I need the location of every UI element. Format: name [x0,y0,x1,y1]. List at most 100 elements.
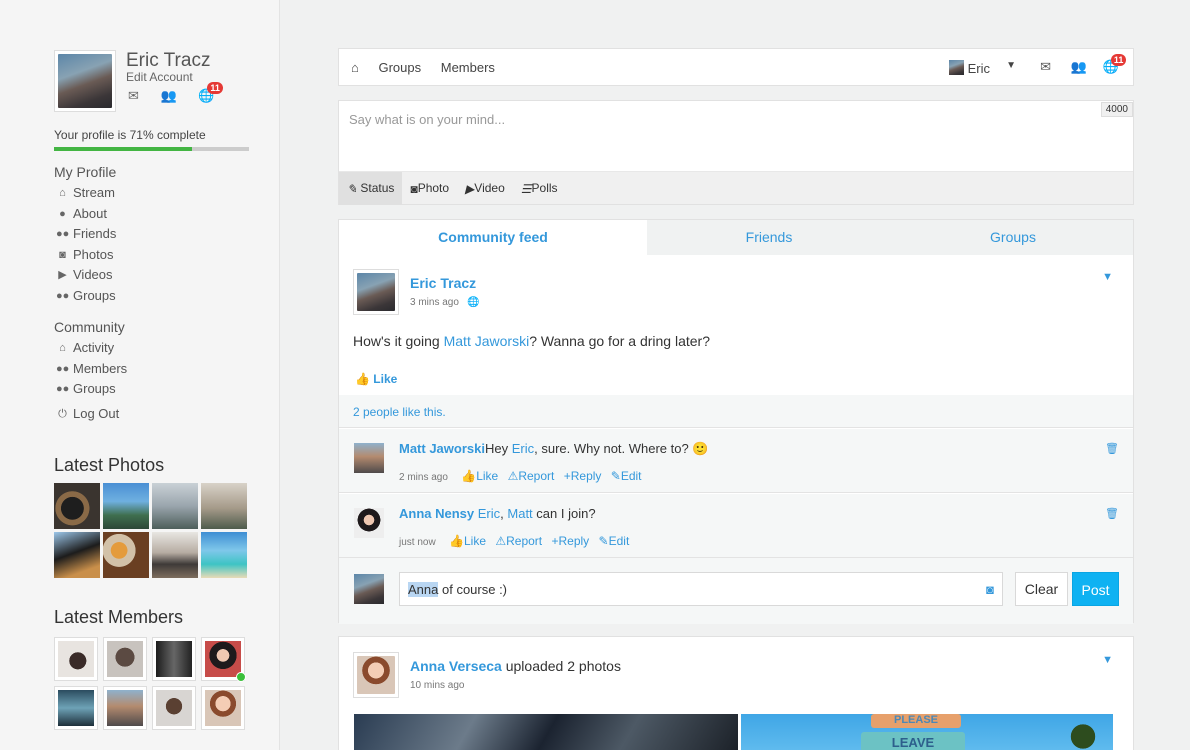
users-icon[interactable]: 👥 [1071,59,1087,75]
post-author-name[interactable]: Anna Verseca [410,658,502,674]
comment-like[interactable]: 👍Like [461,469,498,483]
comment-edit[interactable]: ✎Edit [599,534,630,548]
envelope-icon[interactable]: ✉ [128,88,139,103]
mention-link[interactable]: Matt Jaworski [444,333,530,349]
power-icon: ⏻ [58,407,67,420]
status-input-placeholder[interactable]: Say what is on your mind... [349,112,505,127]
post-timestamp: 10 mins ago [410,680,465,691]
globe-icon: 🌐 [467,297,480,308]
caret-down-icon[interactable]: ▼ [1006,60,1016,71]
tab-community-feed[interactable]: Community feed [339,220,647,255]
camera-icon[interactable]: ◙ [986,582,994,597]
member-avatar[interactable] [201,637,246,682]
comment-report[interactable]: ⚠Report [508,469,555,483]
profile-card: Eric Tracz Edit Account ✉ 👥 🌐 11 [54,50,223,112]
camera-icon: ◙ [59,248,66,261]
photo-post: Anna Verseca uploaded 2 photos 10 mins a… [338,636,1134,750]
comment-report[interactable]: ⚠Report [495,534,542,548]
photo-thumb[interactable] [201,532,247,578]
post-options-caret-icon[interactable]: ▼ [1102,271,1113,283]
post-photo[interactable]: PLEASE LEAVE [741,714,1113,750]
menu-item-activity[interactable]: ⌂ Activity [56,340,127,361]
menu-item-groups[interactable]: ●● Groups [56,288,116,309]
comment-author[interactable]: Matt Jaworski [399,441,485,456]
users-icon[interactable]: 👥 [161,88,177,103]
post-author-name[interactable]: Eric Tracz [410,275,476,291]
comment-avatar[interactable] [354,443,384,473]
post-options-caret-icon[interactable]: ▼ [1102,654,1113,666]
member-avatar[interactable] [54,686,98,730]
mention-link[interactable]: Matt [507,506,532,521]
comment-edit[interactable]: ✎Edit [611,469,642,483]
sidebar: Eric Tracz Edit Account ✉ 👥 🌐 11 Your pro… [0,0,280,750]
menu-item-friends[interactable]: ●● Friends [56,226,116,247]
clear-button[interactable]: Clear [1015,572,1068,606]
post-button[interactable]: Post [1072,572,1119,606]
comment-reply[interactable]: +Reply [564,469,602,483]
status-composer[interactable]: Say what is on your mind... 4000 ✎ Statu… [338,100,1134,205]
trash-icon[interactable]: 🗑 [1105,507,1119,520]
comment-avatar[interactable] [354,508,384,538]
nav-members[interactable]: Members [441,60,495,75]
tab-status[interactable]: ✎ Status [339,172,403,205]
home-icon[interactable]: ⌂ [351,60,359,75]
menu-item-stream[interactable]: ⌂ Stream [56,185,116,206]
profile-name[interactable]: Eric Tracz [126,50,210,72]
post-author-avatar[interactable] [353,269,399,315]
globe-icon[interactable]: 🌐 11 [1103,54,1127,75]
tab-photo[interactable]: ◙Photo [402,172,457,205]
menu-item-videos[interactable]: ▶ Videos [56,267,116,288]
likes-count-link[interactable]: 2 people like this. [353,405,446,419]
post-author-line: Anna Verseca uploaded 2 photos [410,658,621,674]
envelope-icon[interactable]: ✉ [1040,59,1051,75]
tab-polls[interactable]: ☰Polls [513,172,566,205]
feed-tabs: Community feed Friends Groups [339,220,1133,255]
member-avatar[interactable] [54,637,98,681]
member-avatar[interactable] [152,637,196,681]
reply-input[interactable]: Anna of course :) ◙ [399,572,1003,606]
globe-icon[interactable]: 🌐 11 [198,82,223,103]
mention-link[interactable]: Eric [512,441,534,456]
comment-author[interactable]: Anna Nensy [399,506,474,521]
menu-item-community-groups[interactable]: ●● Groups [56,381,127,402]
photo-thumb[interactable] [54,483,100,529]
user-icon: ● [59,207,66,220]
post-timestamp: 3 mins ago 🌐 [410,297,480,308]
post-author-avatar[interactable] [353,652,399,698]
post-photo[interactable] [354,714,738,750]
mention-link[interactable]: Eric [478,506,500,521]
trash-icon[interactable]: 🗑 [1105,442,1119,455]
member-avatar[interactable] [201,686,245,730]
photo-thumb[interactable] [201,483,247,529]
comment-reply[interactable]: +Reply [551,534,589,548]
tab-friends[interactable]: Friends [647,220,891,255]
photo-thumb[interactable] [152,483,198,529]
nav-groups[interactable]: Groups [378,60,421,75]
photo-thumb[interactable] [103,483,149,529]
profile-avatar[interactable] [54,50,116,112]
video-icon: ▶ [58,269,67,282]
menu-item-about[interactable]: ● About [56,206,116,227]
photo-thumb[interactable] [103,532,149,578]
menu-item-members[interactable]: ●● Members [56,361,127,382]
tab-groups[interactable]: Groups [891,220,1135,255]
comment-meta: 2 mins ago 👍Like ⚠Report +Reply ✎Edit [399,469,642,483]
notification-badge: 11 [1110,54,1127,66]
tab-video[interactable]: ▶Video [457,172,513,205]
edit-account-link[interactable]: Edit Account [126,70,193,84]
user-menu[interactable]: Eric [948,60,990,76]
groups-icon: ●● [56,290,70,303]
comment-like[interactable]: 👍Like [449,534,486,548]
like-button[interactable]: 👍 Like [355,372,397,386]
member-avatar[interactable] [152,686,196,730]
likes-summary: 2 people like this. [339,395,1133,428]
member-avatar[interactable] [103,686,147,730]
menu-item-logout[interactable]: ⏻ Log Out [56,406,127,427]
photo-thumb[interactable] [152,532,198,578]
menu-item-photos[interactable]: ◙ Photos [56,247,116,268]
photo-thumb[interactable] [54,532,100,578]
member-avatar[interactable] [103,637,147,681]
profile-progress-label: Your profile is 71% complete [54,128,206,142]
char-counter: 4000 [1100,102,1133,117]
post-text: How's it going Matt Jaworski? Wanna go f… [353,333,710,349]
